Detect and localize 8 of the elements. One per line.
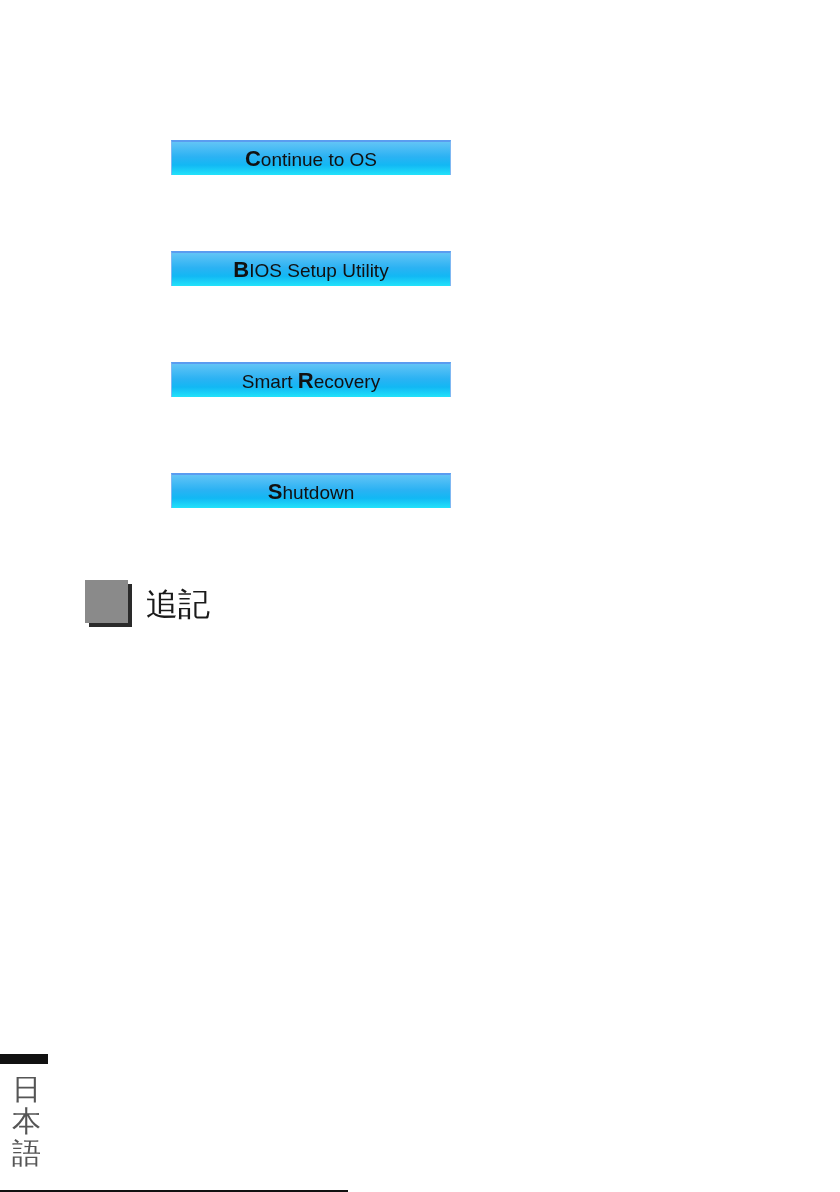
side-tab-bar <box>0 1054 48 1065</box>
menu-button[interactable]: Shutdown <box>171 473 451 508</box>
section-title: 追記 <box>146 583 210 624</box>
menu-button[interactable]: Continue to OS <box>171 140 451 175</box>
menu-button[interactable]: BIOS Setup Utility <box>171 251 451 286</box>
side-tab-label: 日本語 <box>12 1074 41 1170</box>
menu-button[interactable]: Smart Recovery <box>171 362 451 397</box>
square-marker-icon <box>85 580 132 627</box>
